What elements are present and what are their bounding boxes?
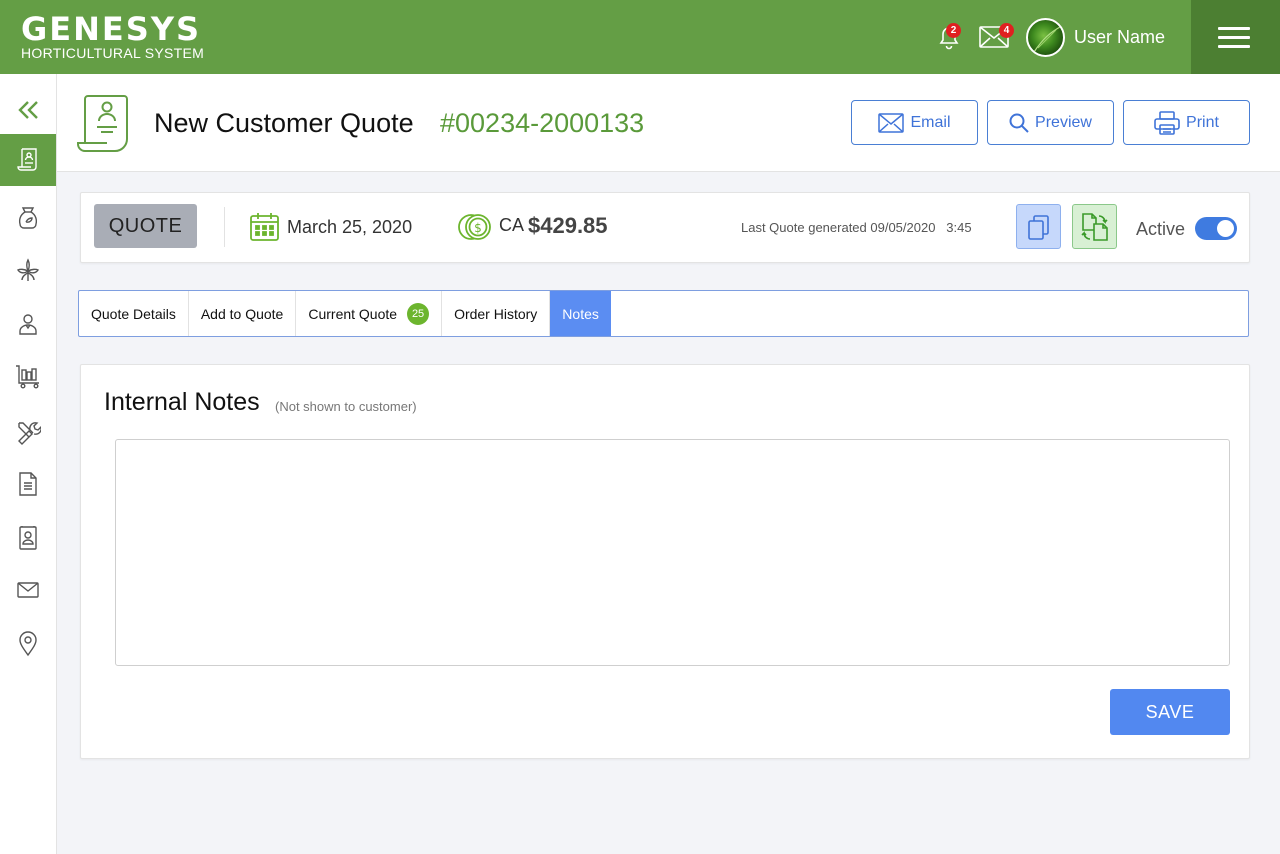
sidebar-item-customers[interactable]: [0, 302, 56, 346]
sidebar-item-mail[interactable]: [0, 568, 56, 612]
tools-icon: [18, 422, 41, 445]
notes-subtitle: (Not shown to customer): [275, 399, 417, 414]
tab-order-history[interactable]: Order History: [442, 291, 551, 336]
messages-badge: 4: [999, 23, 1014, 38]
logo-brand: GENESYS: [21, 10, 202, 48]
hamburger-icon: [1218, 27, 1250, 30]
notifications-button[interactable]: 2: [937, 23, 961, 55]
avatar[interactable]: [1026, 18, 1065, 57]
save-button[interactable]: SAVE: [1110, 689, 1230, 735]
notifications-badge: 2: [946, 23, 961, 38]
hamburger-line: [1218, 36, 1250, 39]
internal-notes-textarea[interactable]: [115, 439, 1230, 666]
top-bar: GENESYS HORTICULTURAL SYSTEM 2 4 User Na…: [0, 0, 1280, 74]
plant-icon: [16, 258, 40, 281]
duplicate-quote-button[interactable]: [1016, 204, 1061, 249]
sidebar-item-orders[interactable]: [0, 354, 56, 398]
currency-code: CA: [499, 215, 525, 235]
toggle-knob: [1217, 220, 1234, 237]
logo[interactable]: GENESYS HORTICULTURAL SYSTEM: [21, 10, 205, 61]
calendar-icon-wrap: [249, 211, 280, 247]
sidebar-item-plants[interactable]: [0, 248, 56, 292]
quote-scroll-icon: [77, 95, 128, 152]
quote-date: March 25, 2020: [287, 217, 413, 237]
current-quote-count-badge: 25: [407, 302, 430, 325]
hamburger-menu-button[interactable]: [1191, 0, 1280, 74]
sidebar-item-seeds[interactable]: [0, 196, 56, 240]
preview-button[interactable]: Preview: [987, 100, 1114, 145]
tab-label: Current Quote: [308, 305, 398, 322]
coins-icon: $: [458, 214, 491, 240]
search-icon: [1009, 113, 1029, 133]
tab-label: Order History: [454, 305, 538, 322]
printer-icon: [1154, 110, 1180, 135]
convert-quote-button[interactable]: [1072, 204, 1117, 249]
tab-label: Add to Quote: [200, 305, 284, 322]
messages-button[interactable]: 4: [979, 23, 1014, 53]
tab-current-quote[interactable]: Current Quote 25: [296, 291, 443, 336]
email-button-label: Email: [910, 113, 951, 131]
sidebar: [0, 74, 57, 854]
quote-number: #00234-2000133: [440, 108, 645, 138]
status-badge: QUOTE: [94, 204, 197, 248]
sidebar-item-tools[interactable]: [0, 410, 56, 454]
hamburger-line: [1218, 45, 1250, 48]
seed-bag-icon: [18, 207, 38, 229]
last-generated-text: Last Quote generated 09/05/2020 3:45: [741, 220, 972, 235]
contact-book-icon: [19, 526, 37, 550]
print-button[interactable]: Print: [1123, 100, 1250, 145]
tab-quote-details[interactable]: Quote Details: [79, 291, 189, 336]
tab-label: Notes: [562, 305, 599, 322]
tab-add-to-quote[interactable]: Add to Quote: [189, 291, 297, 336]
quote-scroll-icon: [17, 148, 37, 171]
user-name[interactable]: User Name: [1074, 27, 1165, 48]
document-swap-icon: [1080, 212, 1108, 241]
document-icon: [19, 472, 37, 496]
envelope-icon: [878, 112, 905, 133]
leaf-image-icon: [1033, 25, 1063, 53]
page-title: New Customer Quote: [154, 108, 414, 138]
print-button-label: Print: [1186, 113, 1219, 131]
sidebar-collapse-button[interactable]: [0, 88, 56, 132]
calendar-icon: [250, 213, 279, 241]
double-chevron-left-icon: [18, 101, 38, 119]
email-button[interactable]: Email: [851, 100, 978, 145]
mail-icon: [17, 582, 39, 598]
sidebar-item-quotes[interactable]: [0, 134, 56, 186]
active-toggle[interactable]: [1195, 217, 1237, 240]
quote-tabs: Quote Details Add to Quote Current Quote…: [78, 290, 1249, 337]
coins-icon-wrap: $: [457, 211, 493, 248]
location-pin-icon: [19, 631, 37, 657]
copy-icon: [1027, 214, 1049, 240]
sidebar-item-documents[interactable]: [0, 462, 56, 506]
notes-title: Internal Notes: [104, 388, 260, 416]
cart-icon: [16, 365, 39, 389]
sidebar-item-contacts[interactable]: [0, 516, 56, 560]
svg-text:$: $: [474, 221, 482, 235]
customer-icon: [19, 314, 37, 335]
preview-button-label: Preview: [1035, 113, 1092, 131]
sidebar-item-locations[interactable]: [0, 622, 56, 666]
active-label: Active: [1136, 219, 1186, 239]
tab-label: Quote Details: [91, 305, 176, 322]
tab-notes[interactable]: Notes: [550, 291, 611, 336]
divider: [224, 207, 225, 247]
logo-subtitle: HORTICULTURAL SYSTEM: [21, 45, 205, 61]
quote-header-icon: [76, 92, 132, 161]
quote-amount: $429.85: [528, 213, 608, 238]
